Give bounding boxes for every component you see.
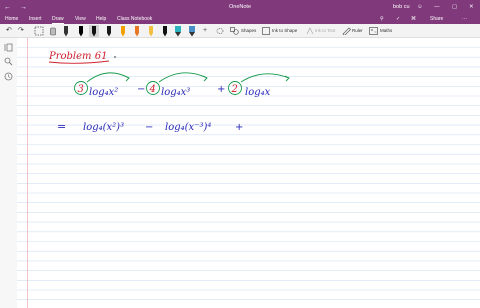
pen-6-icon[interactable] — [133, 25, 141, 37]
pen-2-icon[interactable] — [77, 25, 85, 37]
shapes-icon — [230, 27, 239, 35]
lasso-icon[interactable] — [216, 27, 224, 35]
ruler-button[interactable]: Ruler — [352, 24, 363, 38]
eraser-icon[interactable] — [49, 26, 57, 36]
add-pen-icon[interactable]: + — [203, 24, 207, 38]
ink-to-shape-button[interactable]: Ink to Shape — [272, 24, 297, 38]
term-1: log₄x² — [89, 87, 118, 98]
pen-5-icon[interactable] — [119, 25, 127, 37]
coef-3: 2 — [231, 84, 238, 95]
forward-arrow-icon[interactable]: → — [20, 0, 27, 15]
expr-1: log₄(x²)³ — [83, 122, 124, 133]
smiley-icon[interactable]: ☺ — [417, 0, 423, 15]
share-button[interactable]: Share — [430, 15, 443, 24]
lightbulb-icon[interactable]: ⚲ — [380, 15, 384, 24]
minimize-icon[interactable]: — — [434, 0, 440, 15]
pen-3-icon[interactable] — [90, 25, 98, 37]
left-navigation-rail — [0, 38, 17, 308]
tab-insert[interactable]: Insert — [29, 15, 42, 24]
arrow-3 — [240, 73, 290, 83]
arrow-1 — [86, 72, 130, 83]
tab-view[interactable]: View — [75, 15, 86, 24]
ruler-icon — [342, 27, 351, 35]
highlighter-2-icon[interactable] — [188, 25, 196, 37]
tab-help[interactable]: Help — [96, 15, 106, 24]
title-bar: ← → OneNote bob cu ☺ — ▢ ✕ — [0, 0, 480, 15]
notebooks-icon[interactable] — [4, 43, 13, 52]
close-icon[interactable]: ✕ — [469, 0, 474, 15]
term-3: log₄x — [245, 87, 271, 98]
lasso-select-icon[interactable] — [34, 26, 44, 36]
expr-2: log₄(x⁻³)⁴ — [165, 122, 211, 133]
minus-2: − — [145, 122, 153, 133]
checkmark-icon[interactable]: ✓ — [396, 15, 400, 24]
heading-ink: Problem 61 — [48, 51, 116, 64]
ink-to-text-icon — [306, 27, 314, 35]
window-title: OneNote — [229, 4, 252, 10]
more-icon[interactable]: ··· — [462, 15, 467, 24]
highlighter-1-icon[interactable] — [174, 25, 182, 37]
draw-toolbar: ↶ ↷ + Shapes Ink to Shape Ink to Text Ru… — [0, 24, 480, 38]
pen-7-icon[interactable] — [147, 25, 155, 37]
expression-line-1: 3 log₄x² − 4 log₄x³ + 2 log₄x — [74, 72, 290, 98]
term-2: log₄x³ — [161, 87, 190, 98]
ink-to-text-button[interactable]: Ink to Text — [315, 24, 335, 38]
pen-8-icon[interactable] — [161, 25, 169, 37]
shapes-button[interactable]: Shapes — [241, 24, 256, 38]
maths-button[interactable]: Maths — [380, 24, 392, 38]
pen-1-icon[interactable] — [62, 25, 70, 37]
search-icon[interactable] — [4, 57, 13, 66]
heading-text: Problem 61 — [48, 51, 107, 62]
ink-dot — [114, 56, 116, 58]
plus-2: + — [235, 122, 243, 133]
tab-class-notebook[interactable]: Class Notebook — [117, 15, 152, 24]
coef-2: 4 — [149, 84, 156, 95]
pen-4-icon[interactable] — [105, 25, 113, 37]
expression-line-2: = log₄(x²)³ − log₄(x⁻³)⁴ + — [57, 120, 243, 133]
note-page[interactable]: Problem 61 3 log₄x² − 4 log₄x³ + 2 log₄x… — [17, 38, 480, 308]
equals-sign: = — [57, 120, 66, 133]
user-name[interactable]: bob cu — [393, 0, 410, 15]
undo-icon[interactable]: ↶ — [6, 24, 12, 38]
recent-notes-icon[interactable] — [4, 72, 13, 81]
back-arrow-icon[interactable]: ← — [4, 0, 11, 15]
tab-home[interactable]: Home — [5, 15, 18, 24]
notebook-icon[interactable]: ⌘ — [411, 15, 416, 24]
maths-icon — [369, 27, 378, 35]
maximize-icon[interactable]: ▢ — [452, 0, 457, 15]
tab-draw[interactable]: Draw — [52, 15, 64, 24]
arrow-2 — [158, 72, 208, 83]
coef-1: 3 — [78, 84, 84, 95]
ink-to-shape-icon — [262, 27, 270, 35]
minus-1: − — [137, 84, 145, 95]
redo-icon[interactable]: ↷ — [18, 24, 24, 38]
ribbon-tabs: Home Insert Draw View Help Class Noteboo… — [0, 15, 480, 24]
plus-1: + — [217, 84, 225, 95]
